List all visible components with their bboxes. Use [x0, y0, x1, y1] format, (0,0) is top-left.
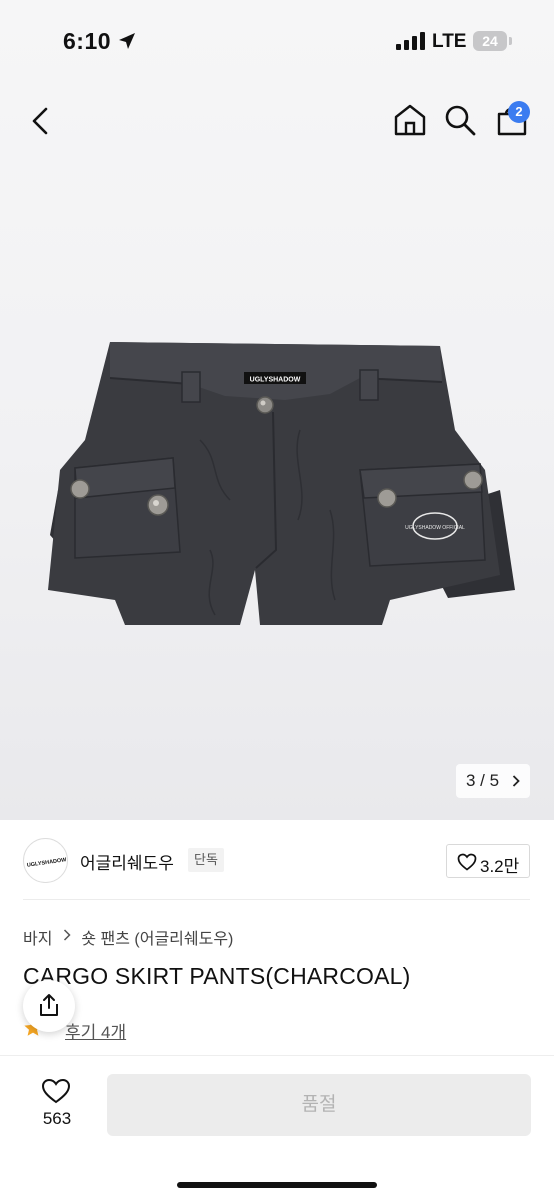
gallery-page-text: 3 / 5	[466, 771, 500, 790]
exclusive-tag: 단독	[188, 848, 224, 872]
status-bar: 6:10 LTE 24	[0, 0, 554, 84]
heart-outline-icon	[457, 853, 477, 871]
share-icon	[40, 994, 58, 1016]
brand-name-link[interactable]: 어글리쉐도우	[80, 849, 174, 874]
chevron-right-icon	[63, 929, 71, 941]
brand-like-button[interactable]: 3.2만	[446, 844, 530, 878]
breadcrumb-category[interactable]: 바지	[23, 931, 52, 948]
battery-tip	[509, 37, 512, 45]
brand-logo[interactable]: UGLYSHADOW	[23, 838, 68, 883]
product-title: CARGO SKIRT PANTS(CHARCOAL)	[23, 963, 411, 989]
brand-like-count: 3.2만	[480, 857, 520, 876]
network-type: LTE	[432, 31, 467, 52]
breadcrumb-subcategory[interactable]: 숏 팬츠 (어글리쉐도우)	[81, 931, 233, 948]
status-time: 6:10	[63, 28, 112, 54]
brand-row: UGLYSHADOW 어글리쉐도우 단독 3.2만	[0, 822, 554, 898]
section-divider	[23, 899, 530, 900]
back-icon[interactable]	[26, 104, 56, 138]
battery-icon: 24	[473, 31, 507, 51]
wishlist-button[interactable]: 563	[30, 1074, 84, 1134]
cart-count-badge: 2	[508, 101, 530, 123]
location-arrow-icon	[119, 33, 135, 49]
chevron-right-icon	[512, 775, 520, 787]
garment-brand-label: UGLYSHADOW	[250, 377, 301, 384]
product-image[interactable]: UGLYSHADOW UGLYSHADOW OFFICIAL	[30, 320, 530, 650]
brand-logo-image: UGLYSHADOW	[27, 857, 68, 869]
home-icon[interactable]	[393, 103, 427, 137]
home-indicator	[177, 1182, 377, 1188]
heart-outline-icon	[41, 1078, 71, 1104]
search-icon[interactable]	[444, 104, 476, 136]
share-button[interactable]	[23, 980, 75, 1032]
wishlist-count: 563	[42, 1109, 72, 1128]
bottom-action-bar: 563 품절	[0, 1055, 554, 1200]
product-gallery[interactable]: 6:10 LTE 24 2 UGLYSHADOW UGLYSHADOW OFFI…	[0, 0, 554, 820]
reviews-link[interactable]: 후기 4개	[65, 1018, 126, 1043]
gallery-page-indicator[interactable]: 3 / 5	[456, 764, 530, 798]
garment-embroidery: UGLYSHADOW OFFICIAL	[405, 525, 465, 531]
brand-logo-text: UGLYSHADOW	[27, 857, 68, 869]
breadcrumb: 바지 숏 팬츠 (어글리쉐도우)	[23, 925, 233, 949]
cellular-signal-icon	[396, 32, 425, 50]
sold-out-button[interactable]: 품절	[107, 1074, 531, 1136]
